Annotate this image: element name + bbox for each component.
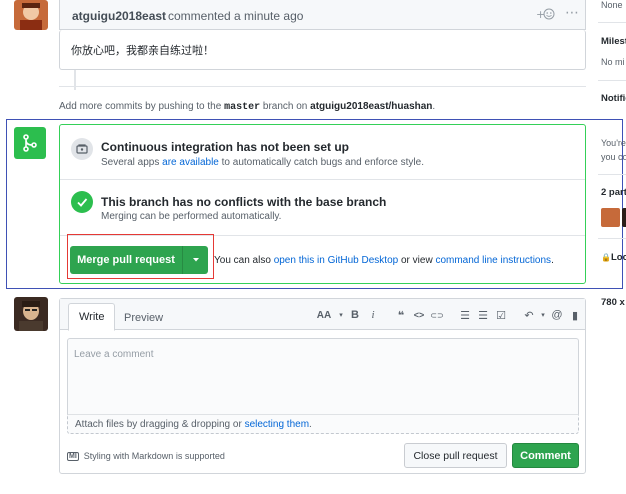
add-reaction-button[interactable]: + [536, 7, 558, 24]
smiley-icon: + [536, 8, 555, 21]
git-merge-icon [23, 134, 37, 152]
kebab-horizontal-icon[interactable]: ⋯ [565, 5, 579, 21]
sidebar-milestone-heading[interactable]: Milest [601, 36, 626, 47]
comment-timestamp: commented a minute ago [168, 9, 304, 23]
commenter-avatar[interactable] [14, 0, 48, 30]
reply-icon[interactable]: ↶ [522, 309, 536, 322]
bookmark-icon[interactable]: ▮ [568, 309, 582, 322]
comment-text: 你放心吧，我都亲自练过啦！ [71, 45, 214, 57]
sidebar-lock-conversation[interactable]: 🔒Loc [601, 252, 626, 263]
unordered-list-icon[interactable]: ☰ [458, 309, 472, 322]
push-commits-note: Add more commits by pushing to the maste… [59, 101, 436, 113]
sidebar-participants-heading: 2 part [601, 187, 626, 198]
ci-title: Continuous integration has not been set … [101, 140, 349, 154]
check-icon [77, 198, 88, 207]
comment-header: atguigu2018east commented a minute ago +… [59, 0, 586, 30]
sidebar-divider [598, 80, 626, 81]
markdown-icon: MI [67, 451, 79, 461]
caret-down-icon[interactable]: ▾ [338, 311, 344, 319]
sidebar-divider [598, 174, 626, 175]
sidebar-size-readout: 780 x [601, 297, 625, 308]
markdown-note: MI Styling with Markdown is supported [67, 451, 225, 461]
triangle-down-icon [192, 258, 199, 262]
sidebar-notifications-line2: you co [601, 152, 626, 162]
ordered-list-icon[interactable]: ☰ [476, 309, 490, 322]
merge-pull-request-button[interactable]: Merge pull request [70, 246, 208, 274]
merge-divider [60, 179, 585, 180]
attach-files-bar[interactable]: Attach files by dragging & dropping or s… [67, 414, 579, 434]
close-pull-request-button[interactable]: Close pull request [404, 443, 507, 468]
conflicts-description: Merging can be performed automatically. [101, 211, 282, 222]
code-icon[interactable]: <> [412, 310, 426, 320]
timeline-line [74, 70, 76, 90]
sidebar-divider [598, 238, 626, 239]
italic-icon[interactable]: i [366, 309, 380, 321]
apps-available-link[interactable]: are available [162, 157, 219, 168]
participant-avatar[interactable] [601, 208, 620, 227]
sidebar-milestone-value: No mi [601, 57, 625, 67]
ci-status-icon [71, 138, 93, 160]
current-user-avatar[interactable] [14, 297, 48, 331]
quote-icon[interactable]: ❝ [394, 309, 408, 322]
merge-status-badge [14, 127, 46, 159]
comment-author[interactable]: atguigu2018east [72, 9, 166, 23]
mention-icon[interactable]: @ [550, 309, 564, 321]
heading-icon[interactable]: AA [314, 310, 334, 321]
ci-description: Several apps are available to automatica… [101, 157, 424, 168]
repo-name: atguigu2018east/huashan [310, 101, 433, 112]
alert-icon [76, 144, 88, 154]
markdown-toolbar: AA ▾ B i ❝ <> ⊂⊃ ☰ ☰ ☑ ↶ ▾ @ ▮ [314, 306, 586, 324]
merge-options-dropdown[interactable] [182, 246, 208, 274]
participant-avatar[interactable] [622, 208, 626, 227]
comment-textarea[interactable]: Leave a comment [67, 338, 579, 414]
tab-preview[interactable]: Preview [114, 302, 173, 333]
command-line-instructions-link[interactable]: command line instructions [435, 255, 551, 266]
tab-write[interactable]: Write [68, 303, 116, 331]
no-conflicts-status [71, 191, 93, 213]
select-files-link[interactable]: selecting them [245, 419, 309, 430]
open-github-desktop-link[interactable]: open this in GitHub Desktop [274, 255, 399, 266]
reply-caret-icon[interactable]: ▾ [540, 311, 546, 319]
link-icon[interactable]: ⊂⊃ [430, 311, 444, 320]
sidebar-none-value: None [601, 0, 623, 10]
bold-icon[interactable]: B [348, 309, 362, 321]
lock-icon: 🔒 [601, 253, 611, 262]
timeline-divider [59, 86, 586, 87]
task-list-icon[interactable]: ☑ [494, 309, 508, 322]
sidebar-notifications-line1: You're [601, 138, 626, 148]
merge-alternatives: You can also open this in GitHub Desktop… [214, 255, 554, 266]
comment-button[interactable]: Comment [512, 443, 579, 468]
branch-name: master [224, 102, 261, 113]
merge-button-label[interactable]: Merge pull request [70, 246, 182, 274]
comment-placeholder: Leave a comment [74, 349, 154, 360]
sidebar-divider [598, 22, 626, 23]
sidebar-notifications-heading: Notific [601, 93, 626, 104]
conflicts-title: This branch has no conflicts with the ba… [101, 195, 387, 209]
